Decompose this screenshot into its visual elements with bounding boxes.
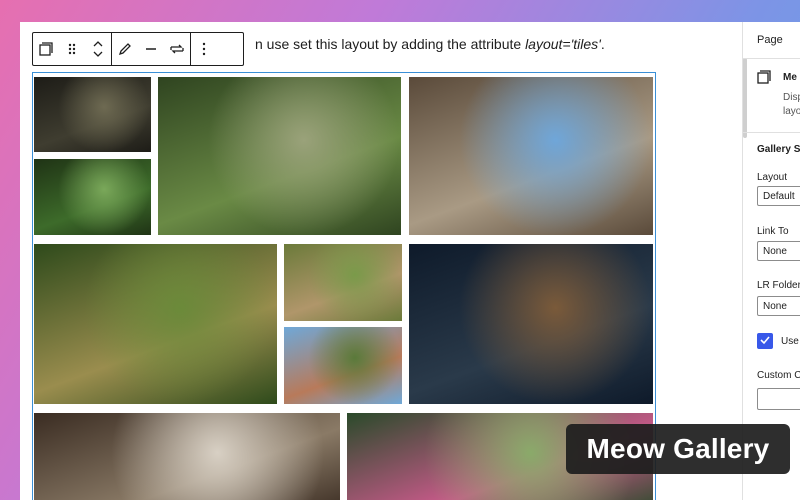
- link-to-label: Link To: [757, 226, 789, 237]
- paragraph-block[interactable]: n use set this layout by adding the attr…: [255, 36, 605, 52]
- tile-ufo-house[interactable]: [34, 244, 277, 404]
- block-description-line2: layo: [783, 106, 800, 117]
- paragraph-code: layout='tiles': [525, 36, 601, 52]
- meow-gallery-block[interactable]: [32, 72, 656, 500]
- gallery-settings-title[interactable]: Gallery Se: [757, 144, 800, 155]
- tile-overgrown-tunnel[interactable]: [158, 77, 401, 235]
- block-title: Me: [783, 72, 797, 83]
- sidebar-divider: [743, 132, 800, 133]
- toolbar-group-more: [191, 33, 217, 65]
- tile-ruined-room[interactable]: [34, 413, 340, 500]
- block-description-line1: Disp: [783, 92, 800, 103]
- more-vertical-icon: [202, 42, 206, 56]
- align-button[interactable]: [138, 34, 164, 64]
- minus-icon: [145, 43, 157, 55]
- move-up-down-button[interactable]: [85, 34, 111, 64]
- use-checkbox-label: Use: [781, 336, 799, 347]
- link-to-select[interactable]: None: [757, 241, 800, 261]
- tile-japanese-street[interactable]: [409, 77, 653, 235]
- block-type-button[interactable]: [33, 34, 59, 64]
- edit-button[interactable]: [112, 34, 138, 64]
- block-toolbar: [32, 32, 244, 66]
- use-checkbox[interactable]: [757, 333, 773, 349]
- gallery-block-icon: [757, 70, 771, 89]
- toolbar-group-block: [33, 33, 111, 65]
- tile-forest-stairs[interactable]: [34, 159, 151, 235]
- paragraph-suffix: .: [600, 36, 605, 52]
- tile-tunnel-dark[interactable]: [34, 77, 151, 152]
- meow-gallery-badge: Meow Gallery: [566, 424, 790, 474]
- drag-handle[interactable]: [59, 34, 85, 64]
- lr-folder-label: LR Folder: [757, 280, 800, 291]
- paragraph-text: n use set this layout by adding the attr…: [255, 36, 526, 52]
- lr-folder-select[interactable]: None: [757, 296, 800, 316]
- custom-class-label: Custom C: [757, 370, 800, 381]
- pencil-icon: [118, 42, 132, 56]
- tile-dragon-roof[interactable]: [409, 244, 653, 404]
- toolbar-group-tools: [112, 33, 190, 65]
- checkmark-icon: [760, 332, 770, 350]
- layout-select[interactable]: Default: [757, 186, 800, 206]
- chevron-up-down-icon: [92, 40, 104, 58]
- loop-icon: [170, 43, 184, 55]
- gallery-icon: [39, 42, 53, 56]
- drag-icon: [67, 42, 77, 56]
- tab-page[interactable]: Page: [757, 34, 783, 46]
- sidebar-scrollbar[interactable]: [743, 58, 747, 138]
- replace-button[interactable]: [164, 34, 190, 64]
- tile-carousel[interactable]: [284, 327, 402, 404]
- more-options-button[interactable]: [191, 34, 217, 64]
- tile-abandoned-house[interactable]: [284, 244, 402, 321]
- custom-class-input[interactable]: [757, 388, 800, 410]
- sidebar-divider: [743, 58, 800, 59]
- layout-label: Layout: [757, 172, 788, 183]
